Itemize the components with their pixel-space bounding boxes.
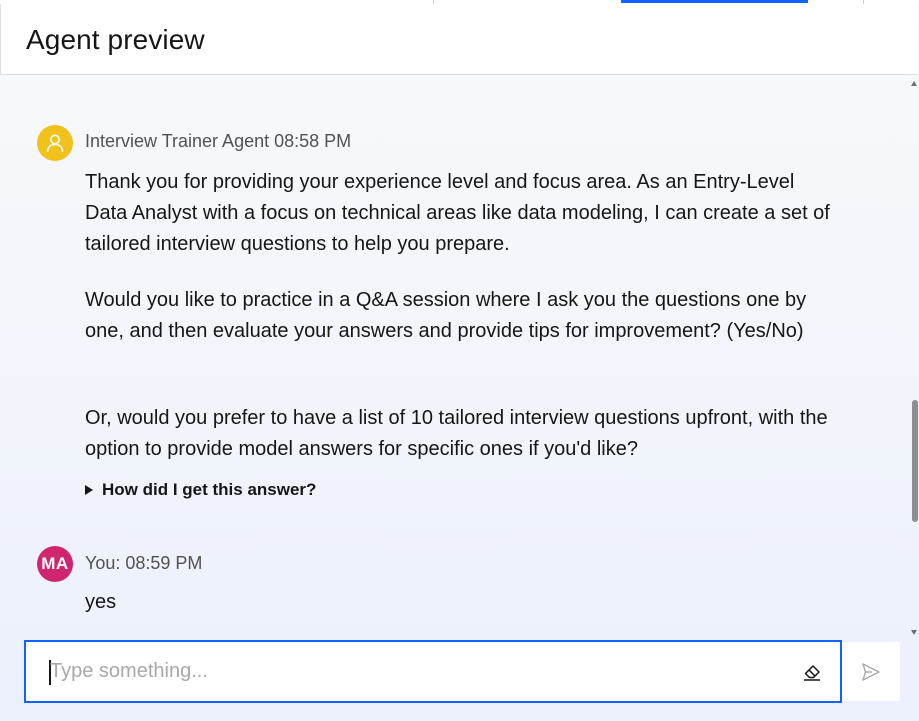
page-title: Agent preview [26,24,205,55]
active-tab-indicator[interactable] [621,0,808,3]
agent-message-paragraph: Would you like to practice in a Q&A sess… [85,289,807,342]
message-input-box[interactable] [24,640,842,703]
how-did-i-get-this-answer-toggle[interactable]: How did I get this answer? [85,480,316,500]
caret-right-icon [85,485,93,495]
message-input[interactable] [50,650,780,692]
previous-message-fragment: you … a g [85,85,176,86]
chat-scrollbar[interactable] [909,75,919,638]
scroll-down-arrow[interactable] [911,630,917,635]
user-message-text: yes [85,591,117,613]
eraser-icon[interactable] [800,659,824,683]
panel-header: Agent preview [0,4,918,75]
agent-message-paragraph: Or, would you prefer to have a list of 1… [85,407,828,460]
user-initials: MA [41,554,69,573]
send-icon [862,662,880,681]
scroll-up-arrow[interactable] [911,81,917,86]
agent-preview-panel: Agent preview you … a g Interview Traine… [0,0,919,721]
agent-message-header: Interview Trainer Agent 08:58 PM [85,131,352,151]
explain-label: How did I get this answer? [102,480,317,499]
user-avatar: MA [37,546,73,582]
scrollbar-thumb[interactable] [912,400,918,522]
agent-avatar [37,125,73,161]
agent-message-paragraph: Thank you for providing your experience … [85,171,830,255]
send-button[interactable] [842,642,900,701]
user-icon [46,134,64,153]
user-message-header: You: 08:59 PM [85,553,203,573]
chat-transcript[interactable]: you … a g Interview Trainer Agent 08:58 … [0,75,910,635]
